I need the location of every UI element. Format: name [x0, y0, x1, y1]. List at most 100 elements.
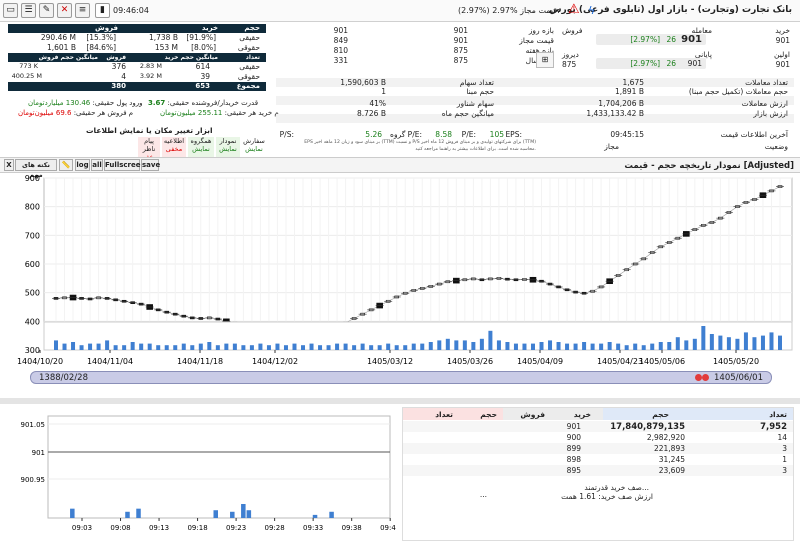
- cross-chart-icon[interactable]: ✕: [57, 3, 72, 18]
- volume-bar: [71, 342, 76, 350]
- volume-bar: [318, 345, 323, 350]
- toggle-group-peers[interactable]: همگروه نمایش: [188, 137, 214, 157]
- price-ranges: بازه روز 901 901 قیمت مجاز 901 849 بازه …: [333, 26, 554, 65]
- buy-price: 899: [566, 444, 581, 453]
- volume-bar: [420, 343, 425, 350]
- volume-bar: [616, 343, 621, 350]
- volume-bar: [726, 337, 731, 350]
- volume-bar: [224, 343, 229, 350]
- adjusted-price: (2.97%) 2.97% قیمت مجاز:: [458, 6, 560, 15]
- summary-row: حقوقی [8.0%] 153 M [84.6%] 1,601 B: [46, 43, 260, 52]
- final-price-box: 901 26 [2.97%]: [596, 58, 706, 69]
- volume-bar: [582, 342, 587, 350]
- slider-handle-right[interactable]: [702, 374, 709, 381]
- section-divider: [0, 398, 800, 404]
- intraday-y-label: 901: [32, 449, 45, 457]
- buy-count: 7,952: [760, 422, 787, 432]
- more-dots: ...: [479, 490, 487, 499]
- buy-volume: 2,982,920: [646, 433, 685, 442]
- volume-bar: [752, 337, 757, 350]
- note-icon[interactable]: ✎: [39, 3, 54, 18]
- volume-bar: [479, 338, 484, 350]
- money-inflow: ورود پول حقیقی: 130.46 میلیارد‌تومان: [28, 99, 143, 107]
- volume-bar: [258, 343, 263, 350]
- volume-bar: [658, 342, 663, 350]
- volume-bar: [462, 340, 467, 350]
- timeline-end: 1405/06/01: [714, 373, 763, 383]
- volume-bar: [599, 343, 604, 350]
- price-volume-chart[interactable]: 900 800 700 600 500 400 300 1404/10/20 1404/11/0…: [0, 174, 800, 404]
- volume-bar: [556, 342, 561, 350]
- bar-chart-icon[interactable]: ▮: [95, 3, 110, 18]
- intraday-volume-bar: [241, 504, 246, 518]
- intraday-x-label: 09:13: [149, 524, 169, 532]
- window-icon[interactable]: ▭: [3, 3, 18, 18]
- buy-price: 898: [566, 455, 581, 464]
- toggle-group: سفارش نمایش نمودار نمایش همگروه نمایش اطلاع…: [138, 137, 266, 161]
- volume-bar: [326, 345, 331, 350]
- volume-bar: [105, 340, 110, 350]
- volume-bar: [181, 343, 186, 350]
- summary-header: حجم خرید فروش: [8, 24, 266, 33]
- toggle-chart[interactable]: نمودار نمایش: [216, 137, 240, 157]
- summary-total: مجموع 653 380: [8, 82, 266, 91]
- buy-price: 901: [566, 422, 581, 431]
- document-icon[interactable]: ☰: [21, 3, 36, 18]
- volume-bar: [496, 340, 501, 350]
- volume-bar: [275, 343, 280, 350]
- volume-bar: [130, 342, 135, 350]
- intraday-x-label: 09:18: [187, 524, 207, 532]
- intraday-x-label: 09:03: [72, 524, 92, 532]
- slider-handle-left[interactable]: [695, 374, 702, 381]
- timeline-slider[interactable]: 1388/02/28 1405/06/01: [30, 371, 772, 384]
- order-book-row: 1 31,245 898: [403, 454, 793, 465]
- volume-bar: [352, 345, 357, 350]
- intraday-x-label: 09:08: [110, 524, 130, 532]
- volume-bar: [411, 343, 416, 350]
- buy-price: 895: [566, 466, 581, 475]
- x-tick-label: 1405/05/06: [639, 357, 685, 366]
- intraday-x-label: 09:38: [342, 524, 362, 532]
- ruler-icon[interactable]: 📏: [59, 159, 73, 171]
- volume-bar: [88, 343, 93, 350]
- volume-bar: [164, 345, 169, 350]
- toggle-notices[interactable]: اطلاعیه مخفی: [162, 137, 186, 157]
- power-ratio: قدرت خریدار/فروشنده حقیقی: 3.67: [148, 99, 259, 107]
- order-book-row: 14 2,982,920 900: [403, 432, 793, 443]
- close-chart-button[interactable]: X: [4, 159, 14, 171]
- notes-button[interactable]: نکته های مهم: [15, 159, 57, 179]
- trade-price-box: 901 26 [2.97%]: [596, 34, 706, 45]
- volume-bar: [198, 343, 203, 350]
- clock-time: 09:46:04: [113, 6, 149, 15]
- buy-count: 3: [782, 466, 787, 475]
- queue-label: صف خرید قدرتمند...: [584, 483, 649, 492]
- buy-count: 1: [782, 455, 787, 464]
- top-toolbar: ▭ ☰ ✎ ✕ ≡ ▮ 09:46:04 بانک تجارت (وتجارت)…: [0, 0, 800, 22]
- all-button[interactable]: all: [91, 159, 103, 171]
- intraday-volume-bar: [125, 511, 130, 518]
- volume-bar: [471, 342, 476, 350]
- volume-bar: [139, 343, 144, 350]
- toggle-supervisor[interactable]: پیام ناظرمخفی: [138, 137, 160, 161]
- volume-bar: [232, 343, 237, 350]
- volume-bar: [743, 332, 748, 350]
- volume-bar: [190, 345, 195, 350]
- grid-icon[interactable]: ⊞: [536, 52, 554, 68]
- last-trade-panel: خرید 901 اولین 901 معامله 901 26 [2.97%]…: [536, 26, 796, 70]
- volume-bar: [445, 338, 450, 350]
- volume-bar: [386, 343, 391, 350]
- intraday-chart[interactable]: 901.05 901 900.95 09:03 09:08 09:13 09:18 09:23…: [4, 406, 396, 542]
- volume-bar: [113, 345, 118, 350]
- list-icon[interactable]: ≡: [75, 3, 90, 18]
- symbol-title: بانک تجارت (وتجارت) - بازار اول (تابلوی …: [549, 5, 792, 15]
- save-button[interactable]: save: [141, 159, 160, 171]
- toggle-orders[interactable]: سفارش نمایش: [242, 137, 266, 157]
- volume-bar: [548, 340, 553, 350]
- fullscreen-button[interactable]: Fullscreen: [104, 159, 145, 171]
- volume-bar: [684, 340, 689, 350]
- volume-bar: [607, 342, 612, 350]
- volume-bar: [96, 343, 101, 350]
- volume-bar: [624, 345, 629, 350]
- intraday-x-label: 09:43: [380, 524, 396, 532]
- log-button[interactable]: log: [75, 159, 90, 171]
